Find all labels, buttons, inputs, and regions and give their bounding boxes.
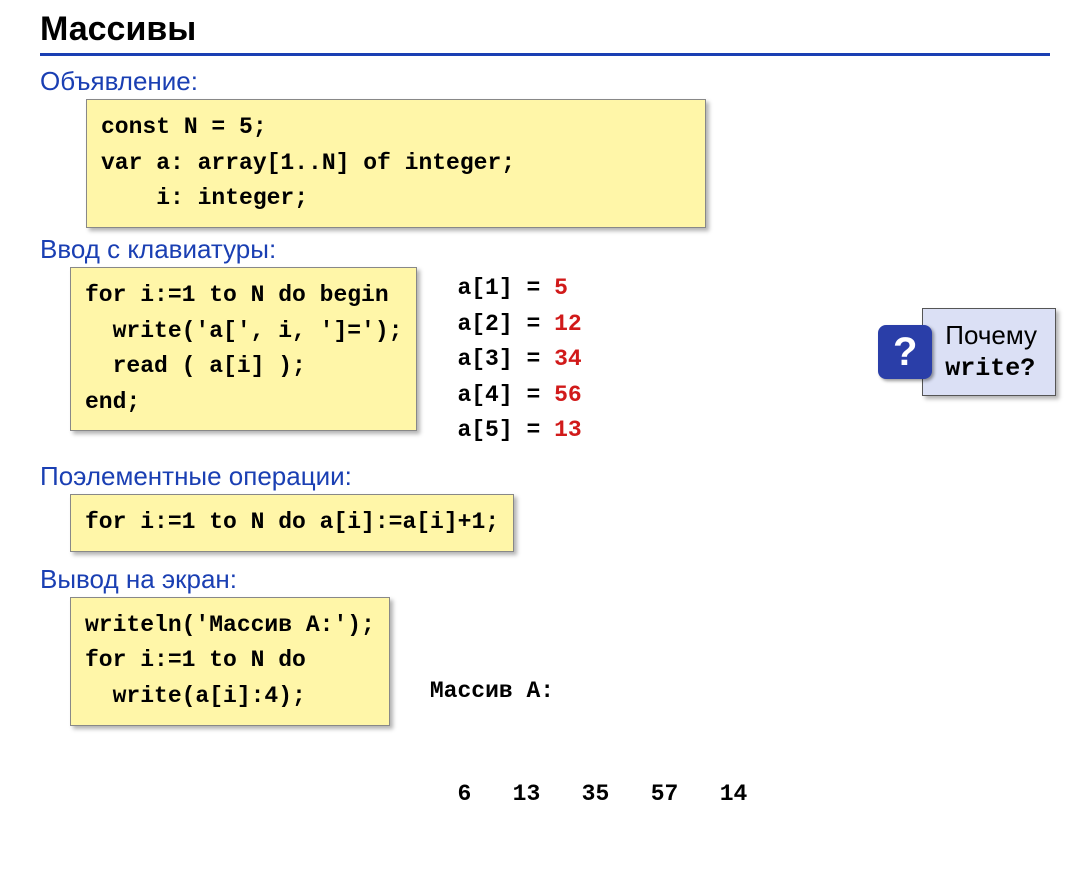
callout-line1: Почему [945, 319, 1037, 353]
array-value-3: a[3] = 34 [457, 342, 581, 378]
array-values: a[1] = 5 a[2] = 12 a[3] = 34 a[4] = 56 a… [457, 271, 581, 449]
callout-line2: write? [945, 353, 1037, 386]
callout-box: Почему write? [922, 308, 1056, 396]
array-value-4: a[4] = 56 [457, 378, 581, 414]
section-label-declaration: Объявление: [40, 66, 1050, 97]
section-label-input: Ввод с клавиатуры: [40, 234, 1050, 265]
array-value-1: a[1] = 5 [457, 271, 581, 307]
code-elementwise: for i:=1 to N do a[i]:=a[i]+1; [70, 494, 514, 552]
array-value-2: a[2] = 12 [457, 307, 581, 343]
callout: ? Почему write? [878, 308, 1056, 396]
output-row: writeln('Массив A:'); for i:=1 to N do w… [40, 597, 1050, 881]
question-icon: ? [878, 325, 932, 379]
page-title: Массивы [40, 10, 1050, 49]
title-underline [40, 53, 1050, 56]
code-output: writeln('Массив A:'); for i:=1 to N do w… [70, 597, 390, 726]
array-value-5: a[5] = 13 [457, 413, 581, 449]
output-result: Массив A: 6 13 35 57 14 [430, 605, 747, 881]
output-result-values: 6 13 35 57 14 [430, 777, 747, 812]
section-label-elementwise: Поэлементные операции: [40, 461, 1050, 492]
output-result-label: Массив A: [430, 674, 747, 709]
code-input: for i:=1 to N do begin write('a[', i, ']… [70, 267, 417, 432]
code-declaration: const N = 5; var a: array[1..N] of integ… [86, 99, 706, 228]
section-label-output: Вывод на экран: [40, 564, 1050, 595]
